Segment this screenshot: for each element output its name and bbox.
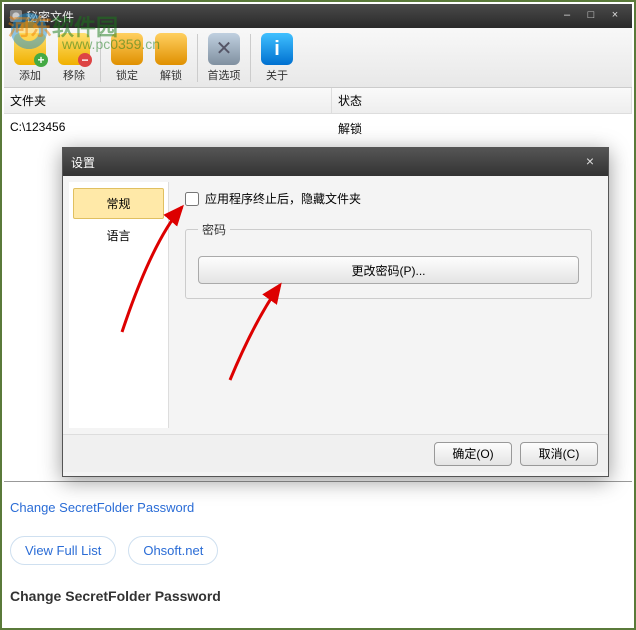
settings-dialog: 设置 × 常规 语言 应用程序终止后，隐藏文件夹 密码 更改密码(P)... 确… bbox=[62, 147, 609, 477]
page-link-row: Change SecretFolder Password bbox=[10, 500, 194, 515]
dialog-title: 设置 bbox=[71, 154, 95, 171]
about-button[interactable]: i 关于 bbox=[255, 30, 299, 86]
pill-row: View Full List Ohsoft.net bbox=[10, 536, 218, 565]
dialog-close-button[interactable]: × bbox=[580, 153, 600, 171]
prefs-label: 首选项 bbox=[208, 70, 241, 82]
ohsoft-link-button[interactable]: Ohsoft.net bbox=[128, 536, 218, 565]
ok-button[interactable]: 确定(O) bbox=[434, 442, 512, 466]
cell-path: C:\123456 bbox=[4, 118, 332, 139]
add-label: 添加 bbox=[19, 70, 41, 82]
page-heading: Change SecretFolder Password bbox=[10, 588, 221, 604]
hide-after-quit-label: 应用程序终止后，隐藏文件夹 bbox=[205, 190, 361, 207]
preferences-button[interactable]: 首选项 bbox=[202, 30, 246, 86]
change-password-button[interactable]: 更改密码(P)... bbox=[198, 256, 579, 284]
minimize-button[interactable]: – bbox=[556, 8, 578, 24]
dialog-main: 应用程序终止后，隐藏文件夹 密码 更改密码(P)... bbox=[169, 176, 608, 434]
about-label: 关于 bbox=[266, 70, 288, 82]
lock-label: 锁定 bbox=[116, 70, 138, 82]
view-full-list-button[interactable]: View Full List bbox=[10, 536, 116, 565]
list-header: 文件夹 状态 bbox=[4, 88, 632, 114]
info-icon: i bbox=[261, 33, 293, 65]
col-status[interactable]: 状态 bbox=[332, 88, 632, 113]
maximize-button[interactable]: □ bbox=[580, 8, 602, 24]
titlebar: 秘密文件 – □ × bbox=[4, 4, 632, 28]
table-row[interactable]: C:\123456 解锁 bbox=[4, 114, 632, 143]
cancel-label: 取消(C) bbox=[539, 447, 580, 461]
sidebar-item-general[interactable]: 常规 bbox=[73, 188, 164, 219]
hide-after-quit-row[interactable]: 应用程序终止后，隐藏文件夹 bbox=[185, 190, 592, 207]
dialog-titlebar: 设置 × bbox=[63, 148, 608, 176]
unlock-label: 解锁 bbox=[160, 70, 182, 82]
sidebar-item-label: 常规 bbox=[106, 197, 130, 211]
sidebar-item-label: 语言 bbox=[106, 229, 130, 243]
watermark-url: www.pc0359.cn bbox=[62, 36, 160, 52]
change-password-link[interactable]: Change SecretFolder Password bbox=[10, 500, 194, 515]
change-password-label: 更改密码(P)... bbox=[352, 264, 426, 278]
password-fieldset: 密码 更改密码(P)... bbox=[185, 221, 592, 299]
toolbar-divider bbox=[250, 34, 251, 82]
col-folder[interactable]: 文件夹 bbox=[4, 88, 332, 113]
remove-label: 移除 bbox=[63, 70, 85, 82]
toolbar-divider bbox=[197, 34, 198, 82]
cell-status: 解锁 bbox=[332, 118, 632, 139]
sidebar-item-language[interactable]: 语言 bbox=[73, 221, 164, 250]
hide-after-quit-checkbox[interactable] bbox=[185, 192, 199, 206]
cancel-button[interactable]: 取消(C) bbox=[520, 442, 598, 466]
close-button[interactable]: × bbox=[604, 8, 626, 24]
ok-label: 确定(O) bbox=[452, 447, 493, 461]
dialog-footer: 确定(O) 取消(C) bbox=[63, 434, 608, 472]
tools-icon bbox=[208, 33, 240, 65]
password-legend: 密码 bbox=[198, 221, 230, 238]
dialog-sidebar: 常规 语言 bbox=[69, 182, 169, 428]
watermark-logo-icon bbox=[6, 8, 52, 54]
